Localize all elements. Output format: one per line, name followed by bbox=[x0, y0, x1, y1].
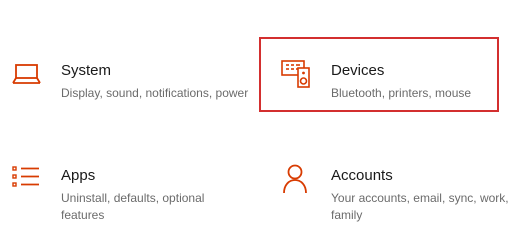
settings-tile-devices[interactable]: Devices Bluetooth, printers, mouse bbox=[281, 59, 521, 139]
tile-description: Uninstall, defaults, optional features bbox=[61, 191, 205, 222]
tile-title: Accounts bbox=[331, 167, 393, 184]
tile-description: Display, sound, notifications, power bbox=[61, 86, 249, 100]
tile-title: Devices bbox=[331, 62, 385, 79]
person-icon bbox=[281, 164, 315, 198]
keyboard-speaker-icon bbox=[281, 59, 315, 93]
settings-tile-accounts[interactable]: Accounts Your accounts, email, sync, wor… bbox=[281, 164, 521, 244]
tile-description: Bluetooth, printers, mouse bbox=[331, 86, 472, 100]
laptop-icon bbox=[11, 59, 45, 93]
settings-tile-apps[interactable]: Apps Uninstall, defaults, optional featu… bbox=[11, 164, 251, 244]
settings-tile-system[interactable]: System Display, sound, notifications, po… bbox=[11, 59, 251, 139]
tile-title: Apps bbox=[61, 167, 96, 184]
tile-description: Your accounts, email, sync, work, family bbox=[331, 191, 509, 222]
apps-list-icon bbox=[11, 164, 45, 198]
tile-title: System bbox=[61, 62, 112, 79]
